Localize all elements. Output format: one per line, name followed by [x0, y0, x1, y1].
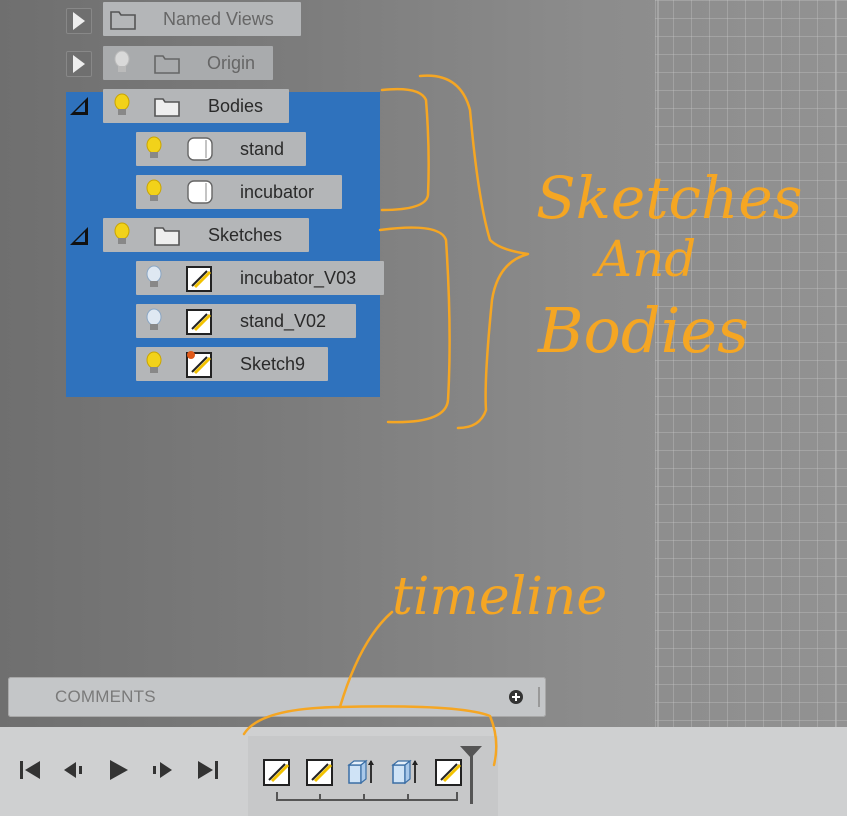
skip-to-end-icon[interactable]: [194, 756, 222, 784]
browser-item-label: Sketch9: [240, 354, 306, 374]
lightbulb-off-icon[interactable]: [111, 49, 133, 77]
browser-item-label: stand: [240, 139, 285, 159]
folder-icon: [110, 11, 136, 30]
step-back-icon[interactable]: [60, 756, 88, 784]
collapse-arrow-icon[interactable]: [68, 95, 90, 117]
comments-label: COMMENTS: [55, 687, 156, 706]
timeline-sketch-icon[interactable]: [305, 757, 335, 787]
timeline-extrude-icon[interactable]: [346, 757, 376, 787]
browser-item-label: incubator: [240, 182, 315, 202]
body-icon: [187, 180, 213, 204]
grid-line: [657, 0, 659, 727]
folder-icon: [154, 55, 180, 74]
lightbulb-on-icon[interactable]: [143, 350, 165, 378]
step-forward-icon[interactable]: [148, 756, 176, 784]
browser-item-label: Sketches: [208, 225, 283, 245]
grid-line: [835, 0, 837, 727]
folder-icon: [154, 98, 180, 117]
comments-panel[interactable]: COMMENTS: [8, 677, 546, 717]
skip-to-start-icon[interactable]: [16, 756, 44, 784]
browser-item-label: incubator_V03: [240, 268, 357, 288]
body-icon: [187, 137, 213, 161]
browser-item-label: Named Views: [163, 9, 274, 29]
lightbulb-off-icon[interactable]: [143, 264, 165, 292]
browser-item-label: stand_V02: [240, 311, 327, 331]
browser-item-label: Bodies: [208, 96, 264, 116]
expand-arrow-icon[interactable]: [73, 12, 85, 30]
collapse-arrow-icon[interactable]: [68, 225, 90, 247]
sketch-icon: [186, 266, 212, 292]
panel-grip[interactable]: [538, 687, 543, 707]
lightbulb-on-icon[interactable]: [143, 178, 165, 206]
lightbulb-off-icon[interactable]: [143, 307, 165, 335]
expand-arrow-icon[interactable]: [73, 55, 85, 73]
sketch-icon: [186, 309, 212, 335]
timeline-group-bracket: [276, 792, 458, 801]
ground-grid: [655, 0, 847, 727]
folder-icon: [154, 227, 180, 246]
timeline-extrude-icon[interactable]: [390, 757, 420, 787]
lightbulb-on-icon[interactable]: [143, 135, 165, 163]
play-icon[interactable]: [104, 756, 132, 784]
lightbulb-on-icon[interactable]: [111, 221, 133, 249]
lightbulb-on-icon[interactable]: [111, 92, 133, 120]
timeline-marker[interactable]: [458, 744, 484, 806]
plus-circle-icon[interactable]: [508, 689, 524, 705]
sketch-new-icon: [186, 351, 212, 378]
browser-item-label: Origin: [207, 53, 256, 73]
timeline-sketch-icon[interactable]: [262, 757, 292, 787]
